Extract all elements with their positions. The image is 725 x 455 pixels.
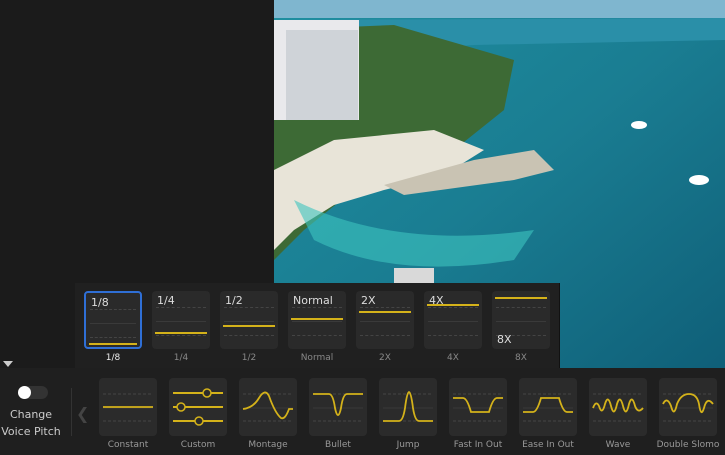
curve-label: Wave xyxy=(605,440,631,450)
ease-in-out-curve-icon xyxy=(523,393,573,422)
speed-level-line xyxy=(359,311,411,313)
voice-pitch-toggle[interactable] xyxy=(18,386,48,399)
speed-options-panel: 1/8 1/8 1/4 1/4 1/2 1/2 Normal Normal 2X 2X 4X 4X 8X… xyxy=(75,283,560,368)
speed-card-text: 4X xyxy=(429,294,444,307)
speed-card-text: Normal xyxy=(293,294,333,307)
curve-montage[interactable] xyxy=(239,378,297,436)
gridline xyxy=(428,307,478,308)
speed-option-4x[interactable]: 4X xyxy=(424,291,482,349)
fast-in-out-curve-icon xyxy=(453,393,503,422)
gridline xyxy=(90,309,136,310)
curve-jump[interactable] xyxy=(379,378,437,436)
speed-option-normal[interactable]: Normal xyxy=(288,291,346,349)
curve-custom[interactable] xyxy=(169,378,227,436)
collapse-triangle-icon[interactable] xyxy=(3,361,13,367)
gridline xyxy=(156,321,206,322)
curve-wave[interactable] xyxy=(589,378,647,436)
voice-pitch-label: Change Voice Pitch xyxy=(0,406,62,440)
custom-sliders-icon xyxy=(173,388,223,426)
gridline xyxy=(360,321,410,322)
gridline xyxy=(90,337,136,338)
curve-fast-in-out[interactable] xyxy=(449,378,507,436)
speed-option-label: 1/8 xyxy=(105,353,121,363)
gridline xyxy=(156,335,206,336)
curve-label: Constant xyxy=(107,440,149,450)
gridline xyxy=(156,307,206,308)
gridline xyxy=(292,335,342,336)
curve-label: Jump xyxy=(396,440,420,450)
speed-level-line xyxy=(89,343,137,345)
gridline xyxy=(224,335,274,336)
montage-curve-icon xyxy=(242,391,293,422)
gridline xyxy=(90,323,136,324)
bullet-curve-icon xyxy=(313,393,363,422)
speed-card-text: 1/4 xyxy=(157,294,175,307)
speed-option-2x[interactable]: 2X xyxy=(356,291,414,349)
speed-option-label: 4X xyxy=(447,353,459,363)
speed-option-label: 1/2 xyxy=(241,353,257,363)
voice-pitch-label-line2: Voice Pitch xyxy=(1,425,61,438)
speed-card-text: 8X xyxy=(497,333,512,346)
speed-level-line xyxy=(155,332,207,334)
speed-card-text: 1/8 xyxy=(91,296,109,309)
divider xyxy=(71,388,72,436)
curve-label: Bullet xyxy=(325,440,351,450)
speed-option-label: Normal xyxy=(300,353,334,363)
gridline xyxy=(292,321,342,322)
curve-label: Double Slomo xyxy=(656,440,720,450)
speed-card-text: 1/2 xyxy=(225,294,243,307)
gridline xyxy=(224,307,274,308)
speed-curve-panel: Change Voice Pitch ❮ Constant Custom Montag… xyxy=(0,368,725,455)
double-slomo-curve-icon xyxy=(662,393,714,422)
curve-label: Montage xyxy=(248,440,288,450)
speed-option-label: 2X xyxy=(379,353,391,363)
speed-option-1/4[interactable]: 1/4 xyxy=(152,291,210,349)
speed-option-8x[interactable]: 8X xyxy=(492,291,550,349)
gridline xyxy=(360,307,410,308)
curve-label: Ease In Out xyxy=(522,440,574,450)
voice-pitch-label-line1: Change xyxy=(9,408,53,421)
speed-option-1/8[interactable]: 1/8 xyxy=(84,291,142,349)
curve-bullet[interactable] xyxy=(309,378,367,436)
chevron-left-icon[interactable]: ❮ xyxy=(76,404,89,423)
curve-constant[interactable] xyxy=(99,378,157,436)
speed-option-1/2[interactable]: 1/2 xyxy=(220,291,278,349)
curve-label: Fast In Out xyxy=(453,440,503,450)
curve-label: Custom xyxy=(180,440,216,450)
speed-level-line xyxy=(495,297,547,299)
gridline xyxy=(428,321,478,322)
speed-option-label: 8X xyxy=(515,353,527,363)
gridline xyxy=(224,321,274,322)
speed-option-label: 1/4 xyxy=(173,353,189,363)
gridline xyxy=(496,321,546,322)
gridline xyxy=(292,307,342,308)
speed-level-line xyxy=(223,325,275,327)
curve-ease-in-out[interactable] xyxy=(519,378,577,436)
gridline xyxy=(360,335,410,336)
constant-curve-icon xyxy=(103,393,153,422)
speed-card-text: 2X xyxy=(361,294,376,307)
gridline xyxy=(496,307,546,308)
speed-level-line xyxy=(291,318,343,320)
jump-curve-icon xyxy=(383,391,433,422)
wave-curve-icon xyxy=(592,393,644,422)
curve-double-slomo[interactable] xyxy=(659,378,717,436)
gridline xyxy=(428,335,478,336)
